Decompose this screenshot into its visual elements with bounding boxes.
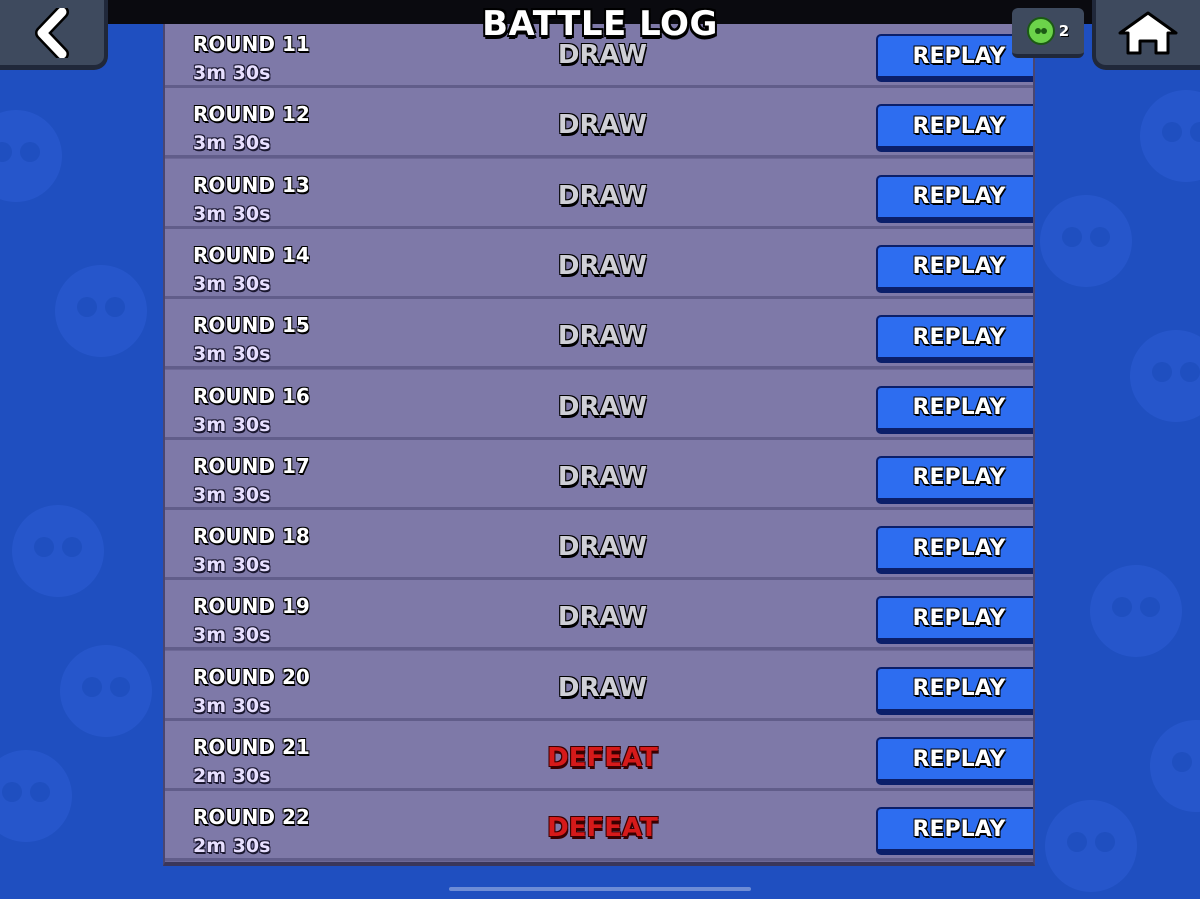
round-duration: 2m 30s xyxy=(193,765,271,787)
home-icon xyxy=(1118,11,1178,54)
battle-result: DEFEAT xyxy=(547,813,658,844)
battle-result: DRAW xyxy=(557,321,648,352)
round-label: ROUND 12 xyxy=(193,102,310,127)
battle-log-panel[interactable]: ROUND 11 3m 30s DRAW REPLAY ROUND 12 3m 30s DR… xyxy=(163,24,1035,866)
replay-button[interactable]: REPLAY xyxy=(876,244,1033,293)
round-label: ROUND 15 xyxy=(193,313,310,338)
round-duration: 3m 30s xyxy=(193,554,271,577)
round-duration: 3m 30s xyxy=(193,132,271,155)
home-button[interactable] xyxy=(1092,0,1200,70)
replay-button[interactable]: REPLAY xyxy=(876,315,1033,364)
skull-decoration-icon xyxy=(12,505,104,597)
round-duration: 3m 30s xyxy=(193,272,271,295)
round-duration: 2m 30s xyxy=(193,835,271,858)
green-skull-token-icon xyxy=(1026,17,1055,45)
battle-result: DRAW xyxy=(557,250,648,281)
skull-decoration-icon xyxy=(1130,330,1200,422)
round-duration: 3m 30s xyxy=(193,624,271,647)
battle-row: ROUND 16 3m 30s DRAW REPLAY xyxy=(165,369,1033,440)
battle-row: ROUND 17 3m 30s DRAW REPLAY xyxy=(165,439,1033,510)
skull-decoration-icon xyxy=(60,645,152,737)
home-indicator-bar xyxy=(449,887,751,891)
battle-row: ROUND 20 3m 30s DRAW REPLAY xyxy=(165,650,1033,721)
replay-button[interactable]: REPLAY xyxy=(876,596,1033,645)
token-count: 2 xyxy=(1058,22,1070,40)
battle-row: ROUND 18 3m 30s DRAW REPLAY xyxy=(165,510,1033,581)
battle-row: ROUND 15 3m 30s DRAW REPLAY xyxy=(165,299,1033,370)
round-label: ROUND 20 xyxy=(193,664,310,689)
battle-row: ROUND 13 3m 30s DRAW REPLAY xyxy=(165,158,1033,229)
battle-result: DRAW xyxy=(557,672,648,703)
round-duration: 3m 30s xyxy=(193,413,271,436)
round-label: ROUND 18 xyxy=(193,524,310,549)
round-duration: 3m 30s xyxy=(193,202,271,225)
round-duration: 3m 30s xyxy=(193,694,271,717)
replay-button[interactable]: REPLAY xyxy=(876,455,1033,504)
skull-decoration-icon xyxy=(1045,800,1137,892)
replay-button[interactable]: REPLAY xyxy=(876,737,1033,785)
battle-result: DRAW xyxy=(557,602,648,633)
replay-button[interactable]: REPLAY xyxy=(876,104,1033,153)
battle-result: DEFEAT xyxy=(547,743,658,773)
replay-button[interactable]: REPLAY xyxy=(876,174,1033,223)
replay-button[interactable]: REPLAY xyxy=(876,666,1033,715)
round-label: ROUND 13 xyxy=(193,172,310,197)
skull-decoration-icon xyxy=(1040,195,1132,287)
round-duration: 3m 30s xyxy=(193,343,271,366)
replay-button[interactable]: REPLAY xyxy=(876,526,1033,575)
battle-row: ROUND 22 2m 30s DEFEAT REPLAY xyxy=(165,791,1033,862)
skull-decoration-icon xyxy=(0,750,72,842)
skull-decoration-icon xyxy=(1150,720,1200,812)
battle-result: DRAW xyxy=(557,180,648,211)
round-label: ROUND 14 xyxy=(193,242,310,267)
battle-result: DRAW xyxy=(557,391,648,422)
battle-result: DRAW xyxy=(557,461,648,492)
token-counter[interactable]: 2 xyxy=(1012,8,1084,58)
skull-decoration-icon xyxy=(0,110,62,202)
battle-row: ROUND 19 3m 30s DRAW REPLAY xyxy=(165,580,1033,651)
skull-decoration-icon xyxy=(1090,565,1182,657)
battle-result: DRAW xyxy=(557,532,648,563)
battle-row: ROUND 14 3m 30s DRAW REPLAY xyxy=(165,228,1033,299)
round-label: ROUND 16 xyxy=(193,383,310,408)
battle-result: DRAW xyxy=(557,110,648,141)
battle-row: ROUND 21 2m 30s DEFEAT REPLAY xyxy=(165,721,1033,791)
round-label: ROUND 22 xyxy=(193,805,310,830)
battle-result: DRAW xyxy=(557,40,648,70)
round-duration: 3m 30s xyxy=(193,483,271,506)
skull-decoration-icon xyxy=(55,265,147,357)
battle-row: ROUND 12 3m 30s DRAW REPLAY xyxy=(165,88,1033,159)
round-label: ROUND 19 xyxy=(193,594,310,619)
round-duration: 3m 30s xyxy=(193,62,271,84)
round-label: ROUND 17 xyxy=(193,453,310,478)
skull-decoration-icon xyxy=(1140,90,1200,182)
replay-button[interactable]: REPLAY xyxy=(876,807,1033,856)
round-label: ROUND 21 xyxy=(193,735,310,759)
replay-button[interactable]: REPLAY xyxy=(876,385,1033,434)
